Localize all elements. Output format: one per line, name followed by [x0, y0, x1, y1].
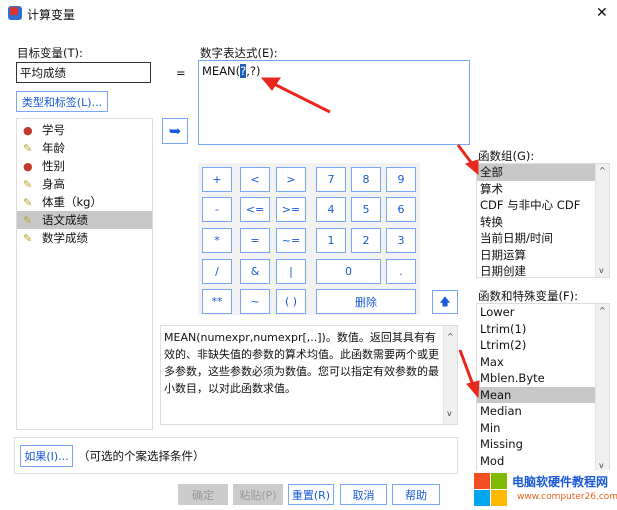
annotation-arrows — [260, 77, 480, 399]
red-arrow-mean — [466, 380, 480, 399]
red-arrow-group — [464, 159, 479, 176]
